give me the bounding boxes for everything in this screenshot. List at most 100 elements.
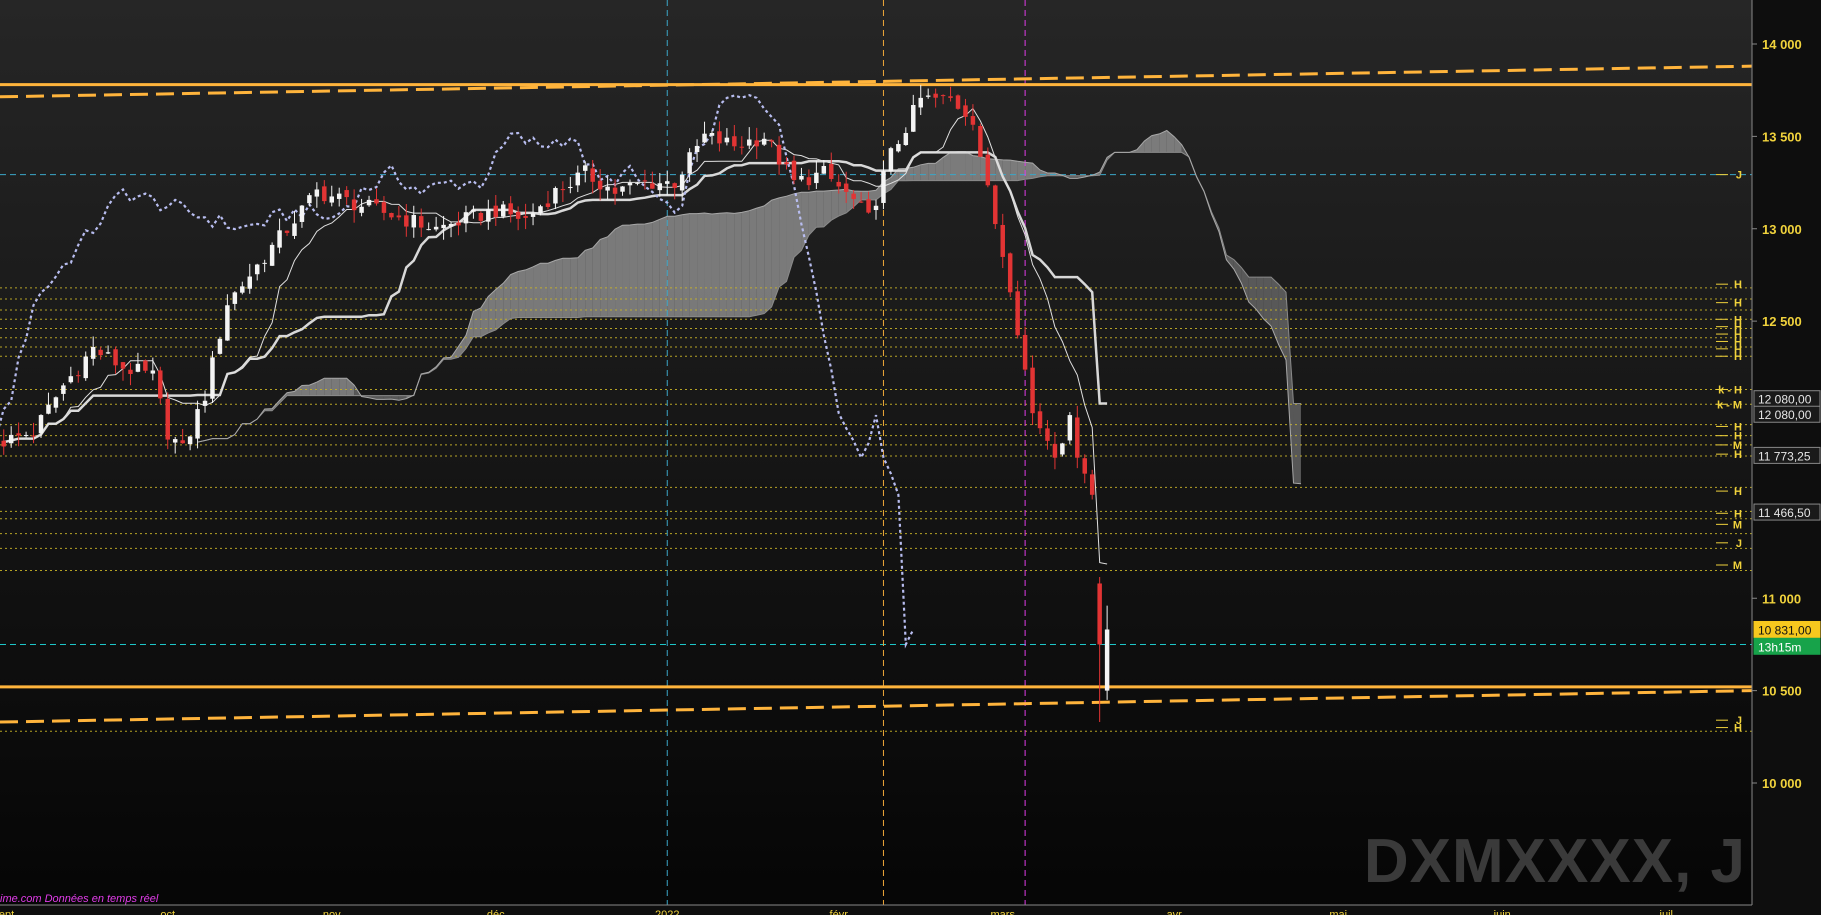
candle-body xyxy=(933,93,938,98)
candle-body xyxy=(948,96,953,98)
cloud-segment xyxy=(637,223,645,317)
candle-body xyxy=(262,262,267,264)
candle-body xyxy=(1104,629,1110,691)
candle-body xyxy=(694,145,700,153)
price-box-label: 12 080,00 xyxy=(1758,393,1812,407)
cloud-segment xyxy=(495,283,504,330)
indicator-lines xyxy=(0,94,1302,649)
candle-body xyxy=(993,185,998,225)
candle-body xyxy=(366,199,372,206)
candle-body xyxy=(426,229,431,231)
cloud-segment xyxy=(339,378,347,396)
cloud-segment xyxy=(510,271,519,319)
candle-body xyxy=(747,139,752,146)
price-box-label: 12 080,00 xyxy=(1758,408,1812,422)
candle-body xyxy=(821,166,827,174)
symbol-watermark: DXMXXXX, J xyxy=(1363,827,1746,896)
candle-body xyxy=(1060,443,1065,455)
candle-body xyxy=(523,215,528,218)
candle-body xyxy=(530,213,536,217)
cloud-segment xyxy=(972,155,981,181)
candle-body xyxy=(351,199,357,211)
month-label: févr xyxy=(830,909,849,915)
candle-body xyxy=(76,375,81,377)
cloud-segment xyxy=(1293,403,1301,484)
level-marker: M xyxy=(1733,519,1742,531)
cloud-segment xyxy=(719,212,727,317)
cloud-segment xyxy=(376,395,384,400)
level-marker: M xyxy=(1733,560,1742,572)
month-label: déc xyxy=(487,909,505,915)
candle-body xyxy=(1067,415,1073,441)
cloud-segment xyxy=(585,248,593,317)
price-chart[interactable]: 10 000 10 500 11 000 12 500 13 000 13 500 14 0… xyxy=(0,0,1821,915)
candle-body xyxy=(702,133,707,143)
cloud-segment xyxy=(577,250,586,318)
candle-body xyxy=(1030,367,1035,414)
cloud-segment xyxy=(629,224,638,317)
level-marker: H xyxy=(1734,449,1742,461)
cloud-segment xyxy=(704,213,712,317)
time-axis-background xyxy=(0,905,1752,915)
level-marker: H xyxy=(1734,723,1742,735)
candle-body xyxy=(597,180,603,190)
candle-body xyxy=(31,435,36,437)
cloud-segment xyxy=(652,219,660,317)
candle-body xyxy=(314,189,320,197)
candle-body xyxy=(471,209,476,212)
cloud-segment xyxy=(674,214,683,317)
candle-body xyxy=(336,193,342,199)
cloud-segment xyxy=(473,307,481,337)
candle-body xyxy=(217,338,223,354)
cloud-segment xyxy=(1256,277,1264,319)
candle-body xyxy=(940,95,946,97)
candle-body xyxy=(1007,253,1013,293)
candle-body xyxy=(955,95,961,109)
candle-body xyxy=(590,168,595,182)
chart-window[interactable]: 10 000 10 500 11 000 12 500 13 000 13 500 14 0… xyxy=(0,0,1821,915)
candle-body xyxy=(1015,291,1020,336)
cloud-segment xyxy=(533,263,541,318)
price-box-label: 13h15m xyxy=(1758,640,1801,654)
candle-body xyxy=(896,144,901,152)
candle-body xyxy=(1,440,6,447)
level-marker: H xyxy=(1734,486,1742,498)
candle-body xyxy=(769,140,774,142)
candle-body xyxy=(799,175,804,180)
candle-body xyxy=(568,186,573,189)
candle-body xyxy=(500,204,506,217)
candle-body xyxy=(791,160,797,181)
channel-lines[interactable] xyxy=(0,64,1753,724)
candle-body xyxy=(486,209,491,222)
candle-body xyxy=(873,205,879,211)
price-tick-label: 14 000 xyxy=(1762,37,1802,52)
time-axis[interactable]: sept oct nov déc 2022 févr mars avr mai juin juil xyxy=(0,904,1752,915)
cloud-segment xyxy=(711,213,720,317)
price-tick-label: 12 500 xyxy=(1762,314,1802,329)
price-tick-label: 10 500 xyxy=(1762,684,1802,699)
candle-body xyxy=(120,362,126,369)
candle-body xyxy=(620,186,625,192)
candle-body xyxy=(292,223,297,236)
candle-body xyxy=(411,214,417,228)
price-axis[interactable]: 10 000 10 500 11 000 12 500 13 000 13 500 14 0… xyxy=(1716,0,1821,915)
candle-body xyxy=(254,264,260,275)
candle-body xyxy=(396,215,402,218)
candle-body xyxy=(322,186,327,202)
month-label: juil xyxy=(1659,909,1673,915)
month-label: oct xyxy=(160,909,175,915)
candle-body xyxy=(687,152,692,174)
candle-body xyxy=(180,440,185,444)
cloud-segment xyxy=(779,196,787,288)
candle-body xyxy=(8,434,14,444)
candle-body xyxy=(583,165,588,171)
candle-body xyxy=(843,183,849,192)
candle-body xyxy=(1052,443,1058,458)
candle-body xyxy=(68,376,74,383)
candle-body xyxy=(418,216,424,228)
candle-body xyxy=(911,104,916,132)
candle-body xyxy=(1000,224,1005,257)
candle-body xyxy=(925,95,931,97)
cloud-segment xyxy=(667,216,675,317)
candle-body xyxy=(135,363,141,372)
